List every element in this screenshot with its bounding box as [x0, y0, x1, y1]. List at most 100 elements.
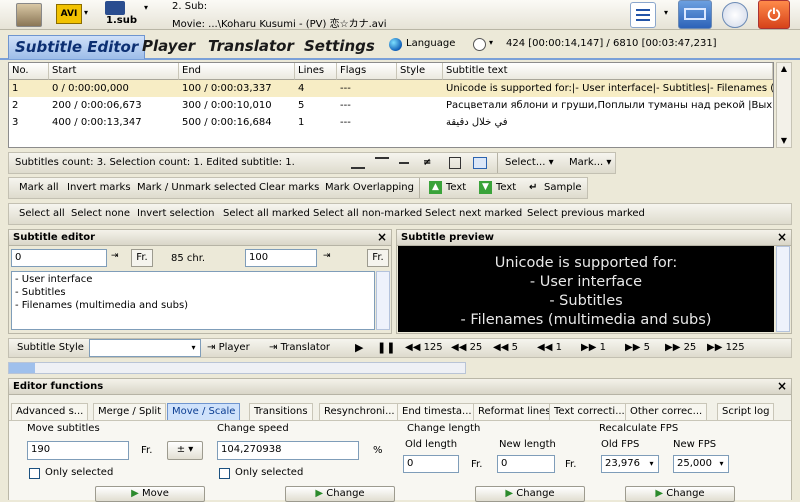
new-length-input[interactable]: 0 — [497, 455, 555, 473]
avi-file-icon[interactable]: AVI — [56, 4, 82, 24]
seek-forward-1-button[interactable]: ▶▶ 1 — [581, 342, 606, 353]
table-row[interactable]: 3 400 / 0:00:13,347 500 / 0:00:16,684 1 … — [9, 114, 773, 131]
select-next-marked-button[interactable]: Select next marked — [425, 208, 522, 219]
subtitle-text-area[interactable]: - User interface - Subtitles - Filenames… — [11, 271, 375, 330]
play-icon[interactable]: ▶ — [355, 341, 363, 354]
chevron-down-icon[interactable]: ▾ — [664, 8, 668, 17]
preview-scrollbar[interactable] — [776, 246, 790, 332]
save-icon[interactable] — [105, 1, 125, 15]
grid-scrollbar[interactable]: ▲ ▼ — [776, 62, 792, 148]
delete-icon[interactable] — [399, 162, 409, 164]
sign-select[interactable]: ± ▾ — [167, 441, 203, 460]
column-header-end[interactable]: End — [179, 63, 295, 80]
movie-thumbnail-icon[interactable] — [16, 3, 42, 27]
list-view-icon[interactable] — [630, 2, 656, 28]
clock-icon[interactable] — [722, 2, 748, 28]
invert-selection-button[interactable]: Invert selection — [137, 208, 215, 219]
column-header-lines[interactable]: Lines — [295, 63, 337, 80]
tab-text-correction[interactable]: Text correcti... — [549, 403, 630, 420]
position-scrollbar[interactable] — [8, 362, 466, 374]
tab-reformat-lines[interactable]: Reformat lines — [473, 403, 556, 420]
tab-subtitle-editor[interactable]: Subtitle Editor — [8, 35, 146, 59]
invert-marks-button[interactable]: Invert marks — [67, 182, 131, 193]
select-all-non-marked-button[interactable]: Select all non-marked — [313, 208, 422, 219]
close-icon[interactable]: × — [777, 230, 787, 244]
select-all-button[interactable]: Select all — [19, 208, 65, 219]
select-all-marked-button[interactable]: Select all marked — [223, 208, 310, 219]
close-icon[interactable]: × — [377, 230, 387, 244]
text-scrollbar[interactable] — [376, 271, 390, 330]
chevron-down-icon[interactable]: ▾ — [144, 3, 148, 12]
player-button[interactable]: ⇥ Player — [207, 342, 250, 353]
insert-before-icon[interactable] — [351, 157, 365, 169]
column-header-style[interactable]: Style — [397, 63, 443, 80]
subtitle-grid[interactable]: No. Start End Lines Flags Style Subtitle… — [8, 62, 774, 148]
tab-settings[interactable]: Settings — [298, 35, 381, 59]
subtitle-style-select[interactable]: ▾ — [89, 339, 201, 357]
tab-transitions[interactable]: Transitions — [249, 403, 313, 420]
only-selected-checkbox[interactable] — [29, 468, 40, 479]
select-previous-marked-button[interactable]: Select previous marked — [527, 208, 645, 219]
new-fps-select[interactable]: 25,000 ▾ — [673, 455, 729, 473]
seek-forward-5-button[interactable]: ▶▶ 5 — [625, 342, 650, 353]
merge-icon[interactable]: ≠ — [423, 157, 431, 168]
speed-only-selected-checkbox[interactable] — [219, 468, 230, 479]
mark-menu[interactable]: Mark... ▾ — [569, 157, 611, 168]
end-frame-toggle[interactable]: Fr. — [367, 249, 389, 267]
tab-translator[interactable]: Translator — [202, 35, 300, 59]
sync-icon[interactable]: ⇥ — [111, 251, 119, 261]
scroll-thumb[interactable] — [9, 363, 35, 373]
mark-unmark-selected-button[interactable]: Mark / Unmark selected — [137, 182, 256, 193]
select-menu[interactable]: Select... ▾ — [505, 157, 554, 168]
seek-back-25-button[interactable]: ◀◀ 25 — [451, 342, 482, 353]
text-down-button[interactable]: Text — [496, 182, 516, 193]
tab-advanced[interactable]: Advanced s... — [11, 403, 89, 420]
globe-icon[interactable] — [389, 38, 402, 51]
seek-back-5-button[interactable]: ◀◀ 5 — [493, 342, 518, 353]
language-button[interactable]: Language — [406, 38, 455, 49]
seek-forward-125-button[interactable]: ▶▶ 125 — [707, 342, 745, 353]
time-icon[interactable] — [473, 38, 486, 51]
chevron-down-icon[interactable]: ▾ — [489, 38, 493, 47]
column-header-flags[interactable]: Flags — [337, 63, 397, 80]
speed-value-input[interactable]: 104,270938 — [217, 441, 359, 460]
table-row[interactable]: 1 0 / 0:00:00,000 100 / 0:00:03,337 4 --… — [9, 80, 773, 97]
power-icon[interactable]: ⏻ — [758, 0, 790, 29]
tab-merge-split[interactable]: Merge / Split — [93, 403, 167, 420]
clear-marks-button[interactable]: Clear marks — [259, 182, 319, 193]
scroll-up-icon[interactable]: ▲ — [777, 63, 791, 75]
table-row[interactable]: 2 200 / 0:00:06,673 300 / 0:00:10,010 5 … — [9, 97, 773, 114]
column-header-no[interactable]: No. — [9, 63, 49, 80]
pause-icon[interactable]: ❚❚ — [377, 341, 395, 354]
old-fps-select[interactable]: 23,976 ▾ — [601, 455, 659, 473]
seek-back-1-button[interactable]: ◀◀ 1 — [537, 342, 562, 353]
tab-player[interactable]: Player — [136, 35, 201, 59]
tab-other-correction[interactable]: Other correc... — [625, 403, 708, 420]
tab-move-scale[interactable]: Move / Scale — [167, 403, 241, 420]
frame-toggle[interactable]: Fr. — [131, 249, 153, 267]
tab-script-log[interactable]: Script log — [717, 403, 775, 420]
sample-button[interactable]: Sample — [544, 182, 582, 193]
column-header-text[interactable]: Subtitle text — [443, 63, 773, 80]
mark-overlapping-button[interactable]: Mark Overlapping — [325, 182, 414, 193]
column-header-start[interactable]: Start — [49, 63, 179, 80]
translator-button[interactable]: ⇥ Translator — [269, 342, 330, 353]
end-sync-icon[interactable]: ⇥ — [323, 251, 331, 261]
mark-all-button[interactable]: Mark all — [19, 182, 59, 193]
text-up-button[interactable]: Text — [446, 182, 466, 193]
select-none-button[interactable]: Select none — [71, 208, 130, 219]
scroll-down-icon[interactable]: ▼ — [777, 135, 791, 147]
start-time-field[interactable]: 0 — [11, 249, 107, 267]
seek-back-125-button[interactable]: ◀◀ 125 — [405, 342, 443, 353]
chevron-down-icon[interactable]: ▾ — [84, 8, 88, 17]
old-length-input[interactable]: 0 — [403, 455, 459, 473]
close-icon[interactable]: × — [777, 379, 787, 393]
film-icon[interactable] — [678, 0, 712, 29]
insert-after-icon[interactable] — [375, 157, 389, 169]
move-value-input[interactable]: 190 — [27, 441, 129, 460]
end-time-field[interactable]: 100 — [245, 249, 317, 267]
tab-resynchronize[interactable]: Resynchroni... — [319, 403, 400, 420]
seek-forward-25-button[interactable]: ▶▶ 25 — [665, 342, 696, 353]
tab-end-timestamp[interactable]: End timesta... — [397, 403, 477, 420]
split-icon[interactable] — [449, 157, 461, 169]
